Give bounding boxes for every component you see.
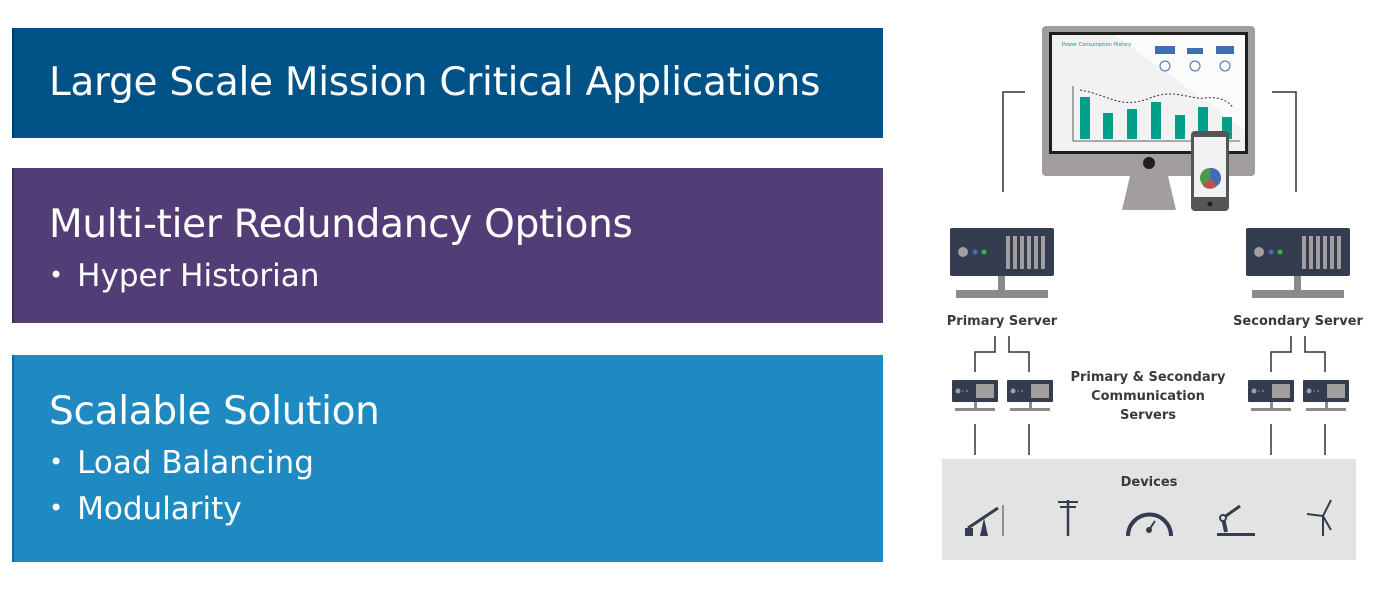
- comm-servers-label-2: Communication: [1091, 389, 1205, 404]
- comm-server-icon: [1303, 380, 1349, 411]
- devices-label: Devices: [1121, 475, 1178, 490]
- architecture-diagram: Power Consumption History Primary Server: [942, 26, 1364, 560]
- secondary-server-icon: [1246, 228, 1350, 298]
- comm-server-icon: [1248, 380, 1294, 411]
- comm-servers-label-3: Servers: [1120, 408, 1176, 423]
- primary-server-icon: [950, 228, 1054, 298]
- comm-servers-label-1: Primary & Secondary: [1070, 370, 1226, 385]
- monitor-title: Power Consumption History: [1062, 42, 1131, 48]
- secondary-server-label: Secondary Server: [1233, 314, 1363, 329]
- phone-icon: [1191, 131, 1229, 211]
- primary-server-label: Primary Server: [947, 314, 1058, 329]
- comm-server-icon: [952, 380, 998, 411]
- comm-server-icon: [1007, 380, 1053, 411]
